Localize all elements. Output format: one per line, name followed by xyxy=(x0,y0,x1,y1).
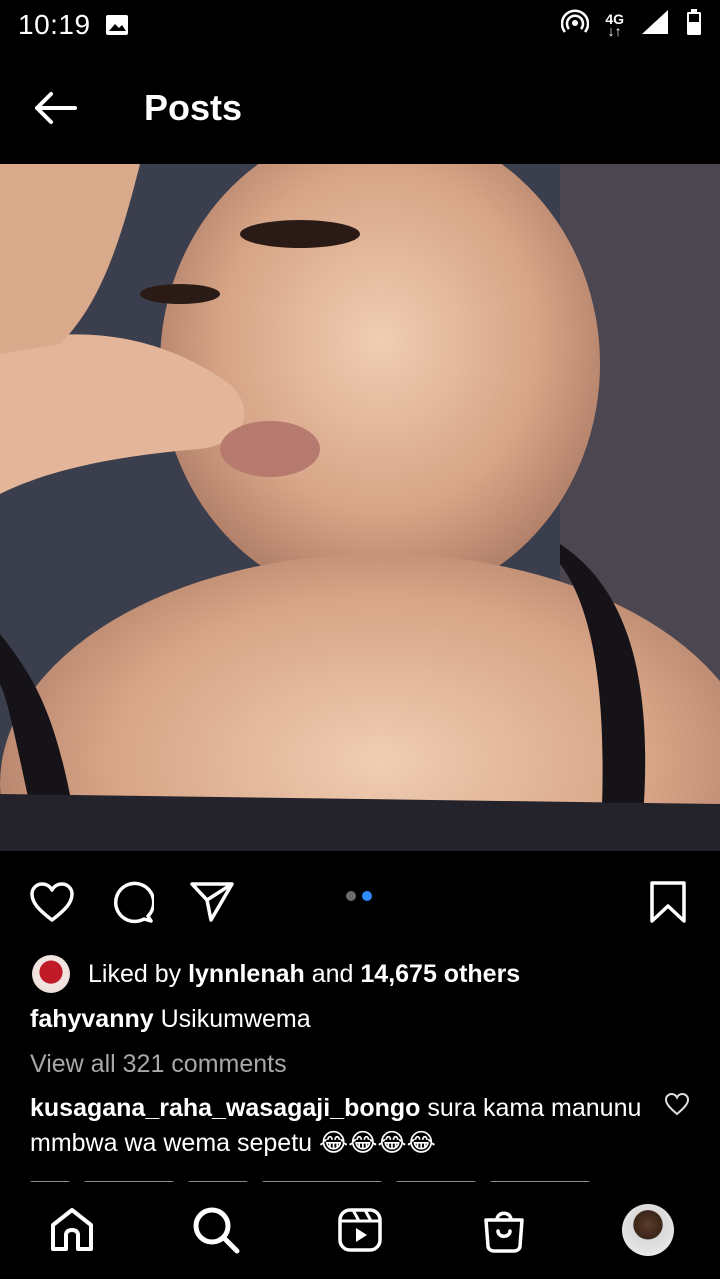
profile-avatar xyxy=(622,1204,674,1256)
save-button[interactable] xyxy=(644,878,692,926)
liker-avatar xyxy=(32,955,70,993)
likes-joiner: and xyxy=(311,959,354,988)
battery-icon xyxy=(686,8,702,43)
signal-icon xyxy=(640,8,670,43)
comment-icon xyxy=(113,881,154,924)
network-arrows-icon: ↓↑ xyxy=(607,23,622,39)
comment-button[interactable] xyxy=(108,878,156,926)
carousel-dot xyxy=(346,891,356,901)
home-icon xyxy=(51,1208,93,1251)
like-button[interactable] xyxy=(28,878,76,926)
comment-like-button[interactable] xyxy=(664,1092,690,1116)
nav-shop[interactable] xyxy=(478,1204,530,1256)
carousel-dot-active xyxy=(362,891,372,901)
nav-reels[interactable] xyxy=(334,1204,386,1256)
bookmark-icon xyxy=(650,881,686,923)
caption-text: Usikumwema xyxy=(160,1005,311,1033)
nav-search[interactable] xyxy=(190,1204,242,1256)
hotspot-icon xyxy=(561,8,590,43)
liker-username[interactable]: lynnlenah xyxy=(188,960,305,989)
status-time: 10:19 xyxy=(18,9,91,40)
next-comment-partial xyxy=(30,1172,690,1182)
nav-home[interactable] xyxy=(46,1204,98,1256)
network-type-label: 4G ↓↑ xyxy=(605,12,624,39)
comment-item: kusagana_raha_wasagaji_bongo sura kama m… xyxy=(30,1091,650,1161)
status-bar: 10:19 4G ↓↑ xyxy=(0,0,720,50)
post-caption: fahyvanny Usikumwema xyxy=(30,1005,311,1034)
share-button[interactable] xyxy=(188,878,236,926)
search-icon xyxy=(193,1207,240,1254)
shop-icon xyxy=(484,1211,524,1253)
comment-username[interactable]: kusagana_raha_wasagaji_bongo xyxy=(30,1094,420,1122)
carousel-indicator xyxy=(346,891,372,901)
reels-icon xyxy=(338,1208,382,1252)
likes-prefix: Liked by xyxy=(88,959,182,988)
bottom-navigation xyxy=(0,1182,720,1279)
gallery-notification-icon xyxy=(105,14,129,36)
heart-icon xyxy=(30,882,74,922)
app-bar: Posts xyxy=(0,60,720,156)
caption-username[interactable]: fahyvanny xyxy=(30,1005,154,1033)
view-all-comments-link[interactable]: View all 321 comments xyxy=(30,1050,287,1079)
post-actions xyxy=(0,860,720,940)
send-icon xyxy=(190,882,234,922)
back-button[interactable] xyxy=(0,60,110,156)
page-title: Posts xyxy=(144,87,243,128)
arrow-left-icon xyxy=(35,92,77,124)
likes-count[interactable]: 14,675 others xyxy=(360,960,520,989)
nav-profile[interactable] xyxy=(622,1204,674,1256)
post-image[interactable] xyxy=(0,164,720,851)
likes-summary[interactable]: Liked by lynnlenah and 14,675 others xyxy=(32,954,520,994)
heart-icon xyxy=(664,1092,690,1116)
post-photo-illustration xyxy=(0,164,720,851)
